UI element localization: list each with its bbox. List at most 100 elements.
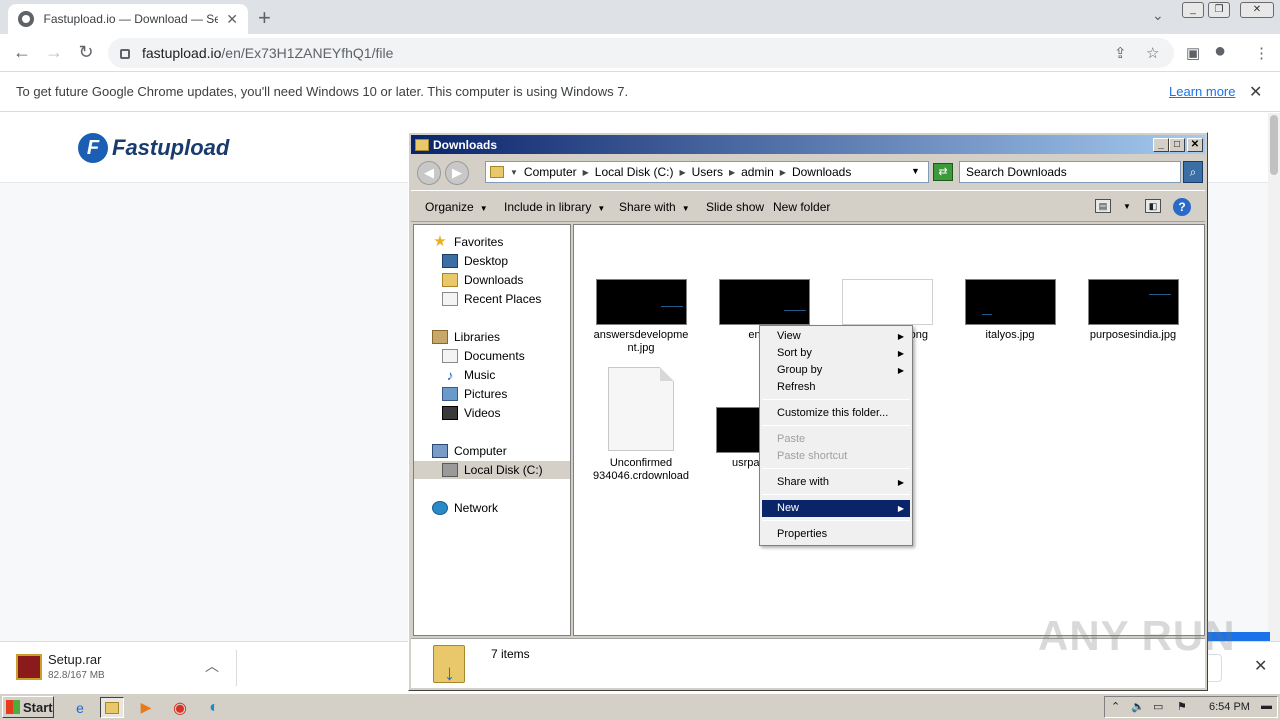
network-tray-icon[interactable]: ▭ (1153, 700, 1163, 713)
clock[interactable]: 6:54 PM (1209, 701, 1250, 713)
address-dropdown-icon[interactable]: ▼ (911, 166, 920, 176)
change-view-icon[interactable]: ▤ (1095, 199, 1111, 213)
explorer-close-button[interactable]: ✕ (1187, 138, 1203, 152)
chevron-up-icon[interactable]: ︿ (205, 656, 219, 676)
search-icon[interactable]: ⌕ (1183, 161, 1203, 183)
close-window-button[interactable]: ✕ (1240, 2, 1274, 18)
menu-item-customize[interactable]: Customize this folder... (762, 405, 910, 422)
breadcrumb-downloads[interactable]: Downloads (792, 165, 851, 179)
show-hidden-icons-chevron[interactable]: ⌃ (1111, 700, 1120, 713)
nav-network[interactable]: Network (432, 499, 498, 517)
nav-recent-places[interactable]: Recent Places (442, 290, 541, 308)
file-item[interactable]: italyos.jpg (955, 279, 1065, 342)
learn-more-link[interactable]: Learn more (1169, 84, 1235, 99)
menu-item-sort-by[interactable]: Sort by ▶ (762, 345, 910, 362)
edge-icon[interactable]: ◐ (202, 697, 226, 718)
site-logo[interactable]: F Fastupload (78, 133, 229, 163)
nav-computer[interactable]: Computer (432, 442, 507, 460)
tab-search-chevron-icon[interactable]: ⌄ (1152, 7, 1164, 24)
address-bar[interactable]: fastupload.io/en/Ex73H1ZANEYfhQ1/file (108, 38, 1174, 68)
tab-strip: Fastupload.io — Download — Setup ✕ + ⌄ _… (0, 0, 1280, 34)
preview-pane-icon[interactable]: ◧ (1145, 199, 1161, 213)
share-with-button[interactable]: Share with ▼ (619, 200, 690, 214)
explorer-taskbar-icon[interactable] (100, 697, 124, 718)
chrome-icon[interactable]: ◉ (168, 697, 192, 718)
media-player-icon[interactable]: ▶ (134, 697, 158, 718)
refresh-icon[interactable]: ⇄ (933, 163, 953, 181)
menu-item-group-by[interactable]: Group by ▶ (762, 362, 910, 379)
help-icon[interactable]: ? (1173, 198, 1191, 216)
organize-button[interactable]: Organize ▼ (425, 200, 488, 214)
explorer-address-bar[interactable]: ▼ Computer ▶ Local Disk (C:) ▶ Users ▶ a… (485, 161, 929, 183)
slide-show-button[interactable]: Slide show (706, 200, 764, 214)
folder-icon (415, 138, 429, 151)
pictures-icon (442, 387, 458, 401)
tab-close-icon[interactable]: ✕ (226, 11, 238, 28)
download-progress: 82.8/167 MB (48, 670, 105, 681)
menu-item-new[interactable]: New ▶ (762, 500, 910, 517)
menu-item-refresh[interactable]: Refresh (762, 379, 910, 396)
explorer-maximize-button[interactable]: □ (1169, 138, 1185, 152)
nav-libraries[interactable]: Libraries (432, 328, 500, 346)
infobar-close-icon[interactable]: ✕ (1249, 82, 1262, 102)
nav-documents[interactable]: Documents (442, 347, 525, 365)
breadcrumb-computer[interactable]: Computer (524, 165, 577, 179)
downloads-folder-icon (442, 273, 458, 287)
back-arrow-icon[interactable]: ← (10, 42, 34, 63)
breadcrumb-local-disk[interactable]: Local Disk (C:) (595, 165, 674, 179)
back-button[interactable]: ◀ (417, 161, 441, 185)
minimize-window-button[interactable]: _ (1182, 2, 1204, 18)
profile-avatar-icon[interactable]: ● (1214, 40, 1226, 63)
explorer-minimize-button[interactable]: _ (1153, 138, 1169, 152)
scrollbar-thumb[interactable] (1270, 115, 1278, 175)
include-in-library-button[interactable]: Include in library ▼ (504, 200, 605, 214)
nav-local-disk[interactable]: Local Disk (C:) (414, 461, 570, 479)
new-tab-button[interactable]: + (258, 5, 271, 31)
restore-window-button[interactable]: ❐ (1208, 2, 1230, 18)
nav-music[interactable]: ♪ Music (442, 366, 496, 384)
action-center-flag-icon[interactable]: ⚑ (1177, 700, 1187, 713)
file-item[interactable]: purposesindia.jpg (1078, 279, 1188, 342)
file-item[interactable]: Unconfirmed 934046.crdownload (586, 367, 696, 483)
forward-arrow-icon[interactable]: → (42, 42, 66, 63)
new-folder-button[interactable]: New folder (773, 200, 830, 214)
nav-favorites[interactable]: ★ Favorites (432, 233, 503, 251)
start-button[interactable]: Start (2, 696, 54, 718)
file-item[interactable]: answersdevelopme nt.jpg (586, 279, 696, 355)
file-name: italyos.jpg (985, 329, 1035, 341)
rar-file-icon (16, 654, 42, 680)
address-row: ◀ ▶ ▼ Computer ▶ Local Disk (C:) ▶ Users… (411, 156, 1205, 188)
show-desktop-icon[interactable]: ▬ (1261, 700, 1272, 712)
nav-videos[interactable]: Videos (442, 404, 500, 422)
shelf-close-icon[interactable]: ✕ (1254, 656, 1267, 676)
menu-item-properties[interactable]: Properties (762, 526, 910, 543)
explorer-titlebar[interactable]: Downloads _ □ ✕ (411, 135, 1205, 154)
infobar-message: To get future Google Chrome updates, you… (16, 84, 629, 99)
reload-icon[interactable]: ↻ (74, 42, 98, 63)
view-dropdown-icon[interactable]: ▼ (1123, 202, 1131, 211)
page-scrollbar[interactable] (1268, 113, 1280, 641)
file-name: purposesindia.jpg (1089, 329, 1177, 341)
forward-button[interactable]: ▶ (445, 161, 469, 185)
explorer-title: Downloads (433, 137, 498, 152)
nav-desktop[interactable]: Desktop (442, 252, 508, 270)
desktop-icon (442, 254, 458, 268)
more-menu-icon[interactable]: ⋮ (1254, 44, 1269, 62)
internet-explorer-icon[interactable]: e (68, 697, 92, 718)
breadcrumb-admin[interactable]: admin (741, 165, 774, 179)
menu-item-share-with[interactable]: Share with ▶ (762, 474, 910, 491)
download-file-name[interactable]: Setup.rar (48, 652, 101, 667)
breadcrumb-users[interactable]: Users (692, 165, 723, 179)
music-icon: ♪ (446, 367, 454, 383)
side-panel-icon[interactable]: ▣ (1186, 44, 1200, 62)
image-thumbnail (718, 279, 810, 325)
nav-pictures[interactable]: Pictures (442, 385, 507, 403)
bookmark-star-icon[interactable]: ☆ (1146, 44, 1159, 62)
search-input[interactable]: Search Downloads (959, 161, 1181, 183)
menu-item-view[interactable]: View ▶ (762, 328, 910, 345)
share-icon[interactable]: ⇪ (1114, 44, 1127, 62)
volume-icon[interactable]: 🔈 (1131, 700, 1145, 713)
nav-downloads[interactable]: Downloads (442, 271, 523, 289)
browser-toolbar: ← → ↻ fastupload.io/en/Ex73H1ZANEYfhQ1/f… (0, 34, 1280, 72)
browser-tab[interactable]: Fastupload.io — Download — Setup ✕ (8, 4, 248, 34)
